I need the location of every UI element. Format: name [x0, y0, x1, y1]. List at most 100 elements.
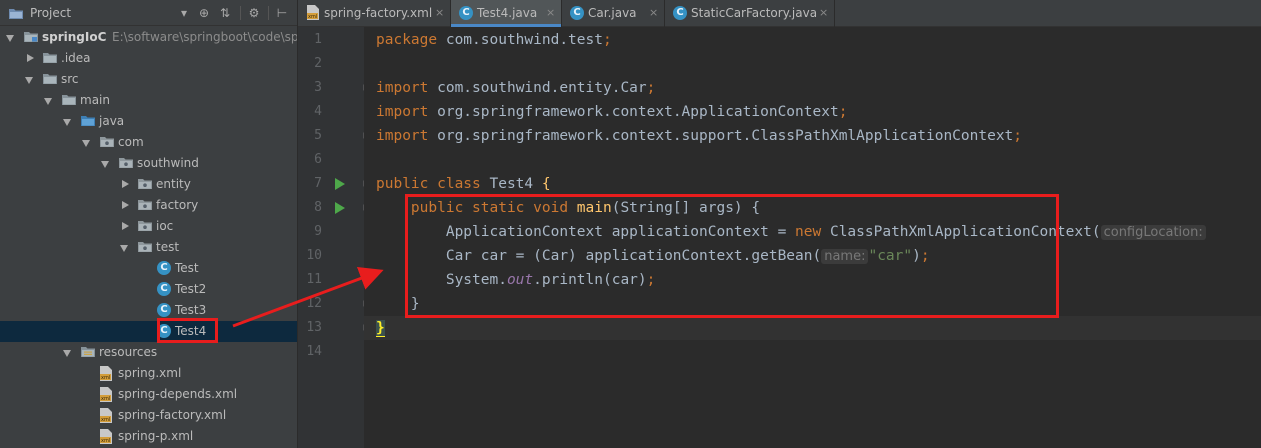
chevron-down-icon[interactable]	[25, 69, 35, 90]
scroll-from-source-icon[interactable]: ⊕	[197, 5, 211, 21]
project-view-dropdown-icon[interactable]: ▾	[178, 5, 190, 21]
line-number: 9	[314, 224, 322, 239]
tree-item-test3[interactable]: C Test3	[0, 300, 297, 321]
java-class-icon: C	[673, 6, 687, 20]
tree-item-java[interactable]: java	[0, 111, 297, 132]
line-number: 6	[314, 152, 322, 167]
project-path: E:\software\springboot\code\sp	[112, 30, 297, 44]
chevron-down-icon[interactable]	[101, 153, 111, 174]
tree-item-factory[interactable]: factory	[0, 195, 297, 216]
code-line[interactable]: import com.southwind.entity.Car;	[376, 76, 655, 100]
package-icon	[100, 136, 114, 149]
editor-tab-bar: xml spring-factory.xml × C Test4.java × C Car.j…	[298, 0, 1261, 27]
tree-item-springioc[interactable]: springIoC E:\software\springboot\code\sp	[0, 27, 297, 48]
tree-item-test[interactable]: C Test	[0, 258, 297, 279]
collapse-all-icon[interactable]: ⇅	[218, 5, 232, 21]
line-number: 4	[314, 104, 322, 119]
tree-item-label: southwind	[137, 156, 199, 170]
tree-item-spring-xml[interactable]: xml spring.xml	[0, 363, 297, 384]
tab-label: Car.java	[588, 6, 637, 20]
line-number: 3	[314, 80, 322, 95]
folder-icon	[62, 94, 76, 107]
tree-item-label: .idea	[61, 51, 91, 65]
java-class-icon: C	[157, 282, 171, 296]
tree-item-resources[interactable]: resources	[0, 342, 297, 363]
tree-item-label: springIoC	[42, 30, 107, 44]
line-number: 10	[306, 248, 322, 263]
tree-item-test4[interactable]: C Test4	[0, 321, 297, 342]
tree-item-label: Test	[175, 261, 199, 275]
line-number: 12	[306, 296, 322, 311]
tree-item-test2[interactable]: C Test2	[0, 279, 297, 300]
close-icon[interactable]: ×	[546, 6, 555, 19]
tree-item-com[interactable]: com	[0, 132, 297, 153]
java-class-icon: C	[157, 303, 171, 317]
tree-item-src[interactable]: src	[0, 69, 297, 90]
chevron-down-icon[interactable]	[63, 111, 73, 132]
tree-item-spring-depends-xml[interactable]: xml spring-depends.xml	[0, 384, 297, 405]
tree-item-label: resources	[99, 345, 158, 359]
chevron-down-icon[interactable]	[82, 132, 92, 153]
code-line[interactable]: import org.springframework.context.Appli…	[376, 100, 847, 124]
chevron-right-icon[interactable]	[120, 195, 130, 216]
chevron-right-icon[interactable]	[120, 216, 130, 237]
tree-item-label: main	[80, 93, 110, 107]
svg-text:xml: xml	[101, 438, 110, 444]
chevron-right-icon[interactable]	[120, 174, 130, 195]
tree-item-ioc[interactable]: ioc	[0, 216, 297, 237]
line-number: 1	[314, 32, 322, 47]
editor-gutter[interactable]: 1 2 3 4 5 6 7 8 9 10 11 12 13 14	[298, 27, 373, 448]
module-folder-icon	[24, 31, 38, 44]
tree-item-entity[interactable]: entity	[0, 174, 297, 195]
tab-test4-java[interactable]: C Test4.java ×	[451, 0, 562, 27]
tree-item-spring-p-xml[interactable]: xml spring-p.xml	[0, 426, 297, 447]
line-number: 13	[306, 320, 322, 335]
tree-item-label: Test3	[175, 303, 207, 317]
chevron-down-icon[interactable]	[6, 27, 16, 48]
chevron-down-icon[interactable]	[44, 90, 54, 111]
package-icon	[138, 178, 152, 191]
tree-item-label: spring-depends.xml	[118, 387, 238, 401]
run-icon[interactable]	[335, 202, 345, 214]
tree-item-label: spring-factory.xml	[118, 408, 227, 422]
resources-folder-icon	[81, 346, 95, 359]
close-icon[interactable]: ×	[649, 6, 658, 19]
code-line[interactable]: package com.southwind.test;	[376, 28, 612, 52]
tab-staticcarfactory-java[interactable]: C StaticCarFactory.java ×	[665, 0, 835, 27]
tree-item-spring-factory-xml[interactable]: xml spring-factory.xml	[0, 405, 297, 426]
java-class-icon: C	[157, 261, 171, 275]
xml-file-icon: xml	[307, 5, 319, 20]
tree-item--idea[interactable]: .idea	[0, 48, 297, 69]
code-line[interactable]: }	[376, 316, 385, 340]
line-number: 11	[306, 272, 322, 287]
line-number: 2	[314, 56, 322, 71]
tab-car-java[interactable]: C Car.java ×	[562, 0, 665, 27]
package-icon	[138, 241, 152, 254]
tree-item-label: test	[156, 240, 180, 254]
code-line[interactable]: import org.springframework.context.suppo…	[376, 124, 1022, 148]
annotation-highlight-box-file	[157, 318, 218, 343]
tab-separator	[834, 0, 835, 27]
tree-item-test[interactable]: test	[0, 237, 297, 258]
tab-spring-factory-xml[interactable]: xml spring-factory.xml ×	[298, 0, 451, 27]
tree-item-main[interactable]: main	[0, 90, 297, 111]
chevron-right-icon[interactable]	[25, 48, 35, 69]
run-icon[interactable]	[335, 178, 345, 190]
chevron-down-icon[interactable]	[63, 342, 73, 363]
tree-item-label: factory	[156, 198, 199, 212]
project-panel-title[interactable]: Project	[30, 6, 71, 20]
java-class-icon: C	[570, 6, 584, 20]
chevron-down-icon[interactable]	[120, 237, 130, 258]
close-icon[interactable]: ×	[435, 6, 444, 19]
gear-icon[interactable]: ⚙	[247, 5, 261, 21]
hide-panel-icon[interactable]: ⊢	[275, 5, 289, 21]
svg-text:xml: xml	[101, 396, 110, 402]
line-number: 14	[306, 344, 322, 359]
project-panel: Project ▾ ⊕ ⇅ ⚙ ⊢ springIoC E:\software\s…	[0, 0, 297, 448]
close-icon[interactable]: ×	[819, 6, 828, 19]
code-line[interactable]: public class Test4 {	[376, 172, 551, 196]
tree-item-southwind[interactable]: southwind	[0, 153, 297, 174]
xml-file-icon: xml	[100, 387, 112, 402]
svg-text:xml: xml	[101, 375, 110, 381]
line-number: 5	[314, 128, 322, 143]
